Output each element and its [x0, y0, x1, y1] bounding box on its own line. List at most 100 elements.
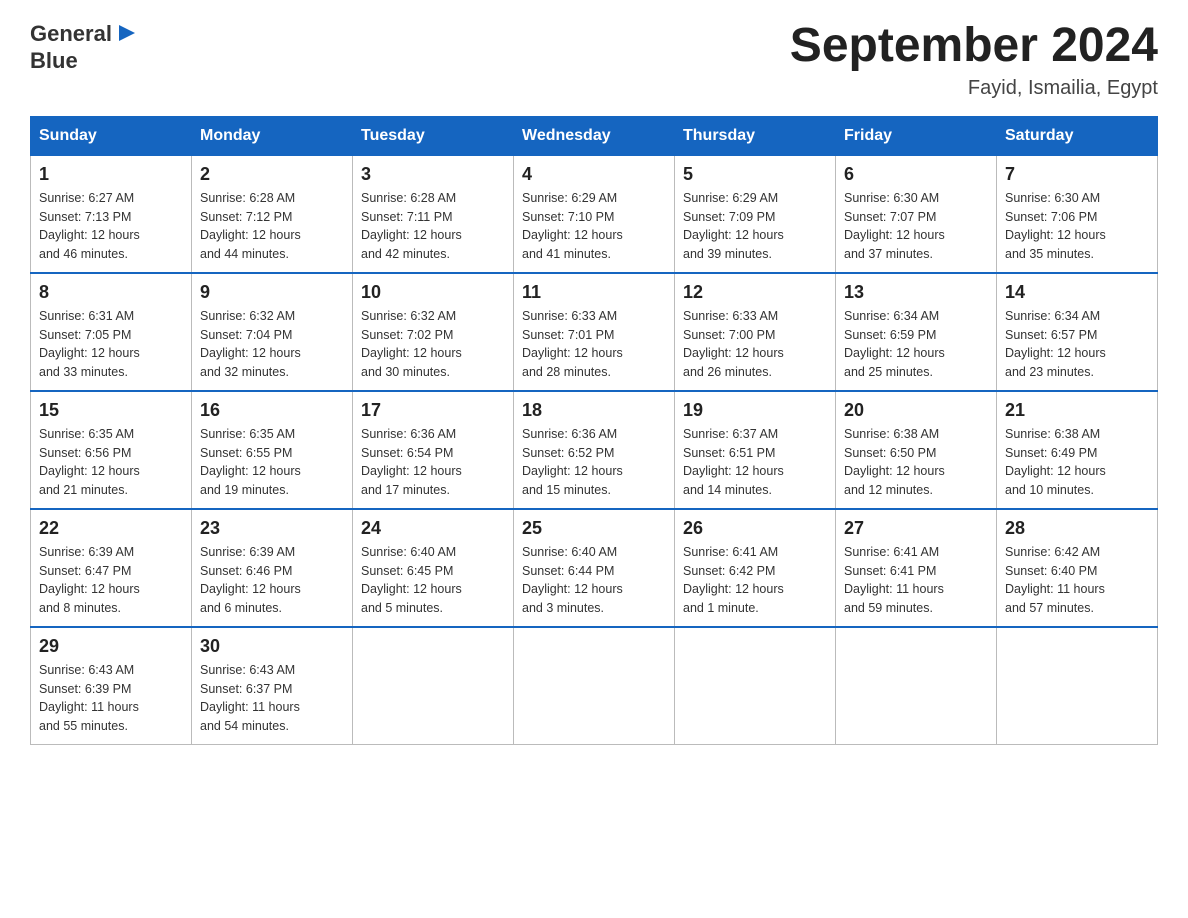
table-row: 6 Sunrise: 6:30 AMSunset: 7:07 PMDaylight…: [836, 155, 997, 273]
header-monday: Monday: [192, 116, 353, 155]
day-info: Sunrise: 6:28 AMSunset: 7:11 PMDaylight:…: [361, 189, 505, 264]
header-thursday: Thursday: [675, 116, 836, 155]
day-number: 26: [683, 518, 827, 539]
table-row: 7 Sunrise: 6:30 AMSunset: 7:06 PMDaylight…: [997, 155, 1158, 273]
table-row: 13 Sunrise: 6:34 AMSunset: 6:59 PMDayligh…: [836, 273, 997, 391]
day-info: Sunrise: 6:27 AMSunset: 7:13 PMDaylight:…: [39, 189, 183, 264]
calendar-title: September 2024: [790, 20, 1158, 73]
calendar-row: 1 Sunrise: 6:27 AMSunset: 7:13 PMDaylight…: [31, 155, 1158, 273]
table-row: 25 Sunrise: 6:40 AMSunset: 6:44 PMDayligh…: [514, 509, 675, 627]
day-info: Sunrise: 6:42 AMSunset: 6:40 PMDaylight:…: [1005, 543, 1149, 618]
logo-text-general: General: [30, 22, 112, 46]
day-number: 15: [39, 400, 183, 421]
day-number: 5: [683, 164, 827, 185]
day-number: 11: [522, 282, 666, 303]
table-row: 19 Sunrise: 6:37 AMSunset: 6:51 PMDayligh…: [675, 391, 836, 509]
day-number: 14: [1005, 282, 1149, 303]
table-row: 30 Sunrise: 6:43 AMSunset: 6:37 PMDayligh…: [192, 627, 353, 745]
day-number: 8: [39, 282, 183, 303]
day-number: 1: [39, 164, 183, 185]
logo-arrow-icon: [115, 22, 137, 44]
day-number: 7: [1005, 164, 1149, 185]
header-tuesday: Tuesday: [353, 116, 514, 155]
table-row: 29Sunrise: 6:43 AMSunset: 6:39 PMDayligh…: [31, 627, 192, 745]
table-row: 15 Sunrise: 6:35 AMSunset: 6:56 PMDayligh…: [31, 391, 192, 509]
day-number: 6: [844, 164, 988, 185]
day-info: Sunrise: 6:33 AMSunset: 7:01 PMDaylight:…: [522, 307, 666, 382]
day-info: Sunrise: 6:38 AMSunset: 6:50 PMDaylight:…: [844, 425, 988, 500]
day-info: Sunrise: 6:29 AMSunset: 7:09 PMDaylight:…: [683, 189, 827, 264]
header-wednesday: Wednesday: [514, 116, 675, 155]
day-number: 25: [522, 518, 666, 539]
day-number: 19: [683, 400, 827, 421]
table-row: 1 Sunrise: 6:27 AMSunset: 7:13 PMDaylight…: [31, 155, 192, 273]
day-info: Sunrise: 6:31 AMSunset: 7:05 PMDaylight:…: [39, 307, 183, 382]
day-info: Sunrise: 6:29 AMSunset: 7:10 PMDaylight:…: [522, 189, 666, 264]
calendar-table: Sunday Monday Tuesday Wednesday Thursday…: [30, 116, 1158, 745]
table-row: 20 Sunrise: 6:38 AMSunset: 6:50 PMDayligh…: [836, 391, 997, 509]
page-header: General Blue September 2024 Fayid, Ismai…: [30, 20, 1158, 100]
day-number: 21: [1005, 400, 1149, 421]
table-row: 23 Sunrise: 6:39 AMSunset: 6:46 PMDayligh…: [192, 509, 353, 627]
day-info: Sunrise: 6:30 AMSunset: 7:06 PMDaylight:…: [1005, 189, 1149, 264]
table-row: 10Sunrise: 6:32 AMSunset: 7:02 PMDayligh…: [353, 273, 514, 391]
table-row: 21 Sunrise: 6:38 AMSunset: 6:49 PMDayligh…: [997, 391, 1158, 509]
table-row: [514, 627, 675, 745]
table-row: 27Sunrise: 6:41 AMSunset: 6:41 PMDayligh…: [836, 509, 997, 627]
day-number: 2: [200, 164, 344, 185]
day-info: Sunrise: 6:34 AMSunset: 6:57 PMDaylight:…: [1005, 307, 1149, 382]
day-number: 4: [522, 164, 666, 185]
day-info: Sunrise: 6:30 AMSunset: 7:07 PMDaylight:…: [844, 189, 988, 264]
table-row: 17 Sunrise: 6:36 AMSunset: 6:54 PMDayligh…: [353, 391, 514, 509]
day-info: Sunrise: 6:35 AMSunset: 6:55 PMDaylight:…: [200, 425, 344, 500]
table-row: 24Sunrise: 6:40 AMSunset: 6:45 PMDayligh…: [353, 509, 514, 627]
table-row: 16Sunrise: 6:35 AMSunset: 6:55 PMDayligh…: [192, 391, 353, 509]
day-number: 9: [200, 282, 344, 303]
day-info: Sunrise: 6:38 AMSunset: 6:49 PMDaylight:…: [1005, 425, 1149, 500]
day-number: 18: [522, 400, 666, 421]
day-info: Sunrise: 6:36 AMSunset: 6:54 PMDaylight:…: [361, 425, 505, 500]
calendar-row: 29Sunrise: 6:43 AMSunset: 6:39 PMDayligh…: [31, 627, 1158, 745]
day-info: Sunrise: 6:33 AMSunset: 7:00 PMDaylight:…: [683, 307, 827, 382]
header-sunday: Sunday: [31, 116, 192, 155]
table-row: [836, 627, 997, 745]
logo: General Blue: [30, 20, 137, 73]
table-row: 22Sunrise: 6:39 AMSunset: 6:47 PMDayligh…: [31, 509, 192, 627]
day-info: Sunrise: 6:34 AMSunset: 6:59 PMDaylight:…: [844, 307, 988, 382]
day-number: 12: [683, 282, 827, 303]
table-row: 28 Sunrise: 6:42 AMSunset: 6:40 PMDayligh…: [997, 509, 1158, 627]
calendar-row: 22Sunrise: 6:39 AMSunset: 6:47 PMDayligh…: [31, 509, 1158, 627]
day-info: Sunrise: 6:40 AMSunset: 6:44 PMDaylight:…: [522, 543, 666, 618]
table-row: [997, 627, 1158, 745]
day-number: 13: [844, 282, 988, 303]
day-info: Sunrise: 6:43 AMSunset: 6:37 PMDaylight:…: [200, 661, 344, 736]
day-number: 23: [200, 518, 344, 539]
day-info: Sunrise: 6:28 AMSunset: 7:12 PMDaylight:…: [200, 189, 344, 264]
day-info: Sunrise: 6:40 AMSunset: 6:45 PMDaylight:…: [361, 543, 505, 618]
weekday-header-row: Sunday Monday Tuesday Wednesday Thursday…: [31, 116, 1158, 155]
logo-text-blue: Blue: [30, 48, 78, 73]
day-info: Sunrise: 6:39 AMSunset: 6:47 PMDaylight:…: [39, 543, 183, 618]
table-row: 18 Sunrise: 6:36 AMSunset: 6:52 PMDayligh…: [514, 391, 675, 509]
table-row: 8 Sunrise: 6:31 AMSunset: 7:05 PMDaylight…: [31, 273, 192, 391]
day-number: 17: [361, 400, 505, 421]
table-row: [353, 627, 514, 745]
title-area: September 2024 Fayid, Ismailia, Egypt: [790, 20, 1158, 100]
day-info: Sunrise: 6:39 AMSunset: 6:46 PMDaylight:…: [200, 543, 344, 618]
day-number: 28: [1005, 518, 1149, 539]
day-info: Sunrise: 6:37 AMSunset: 6:51 PMDaylight:…: [683, 425, 827, 500]
day-info: Sunrise: 6:43 AMSunset: 6:39 PMDaylight:…: [39, 661, 183, 736]
table-row: 12 Sunrise: 6:33 AMSunset: 7:00 PMDayligh…: [675, 273, 836, 391]
day-number: 27: [844, 518, 988, 539]
day-info: Sunrise: 6:35 AMSunset: 6:56 PMDaylight:…: [39, 425, 183, 500]
table-row: 9Sunrise: 6:32 AMSunset: 7:04 PMDaylight…: [192, 273, 353, 391]
calendar-subtitle: Fayid, Ismailia, Egypt: [790, 77, 1158, 100]
table-row: 2 Sunrise: 6:28 AMSunset: 7:12 PMDaylight…: [192, 155, 353, 273]
header-saturday: Saturday: [997, 116, 1158, 155]
day-number: 30: [200, 636, 344, 657]
day-info: Sunrise: 6:36 AMSunset: 6:52 PMDaylight:…: [522, 425, 666, 500]
day-number: 10: [361, 282, 505, 303]
table-row: 4 Sunrise: 6:29 AMSunset: 7:10 PMDaylight…: [514, 155, 675, 273]
day-number: 20: [844, 400, 988, 421]
calendar-row: 15 Sunrise: 6:35 AMSunset: 6:56 PMDayligh…: [31, 391, 1158, 509]
